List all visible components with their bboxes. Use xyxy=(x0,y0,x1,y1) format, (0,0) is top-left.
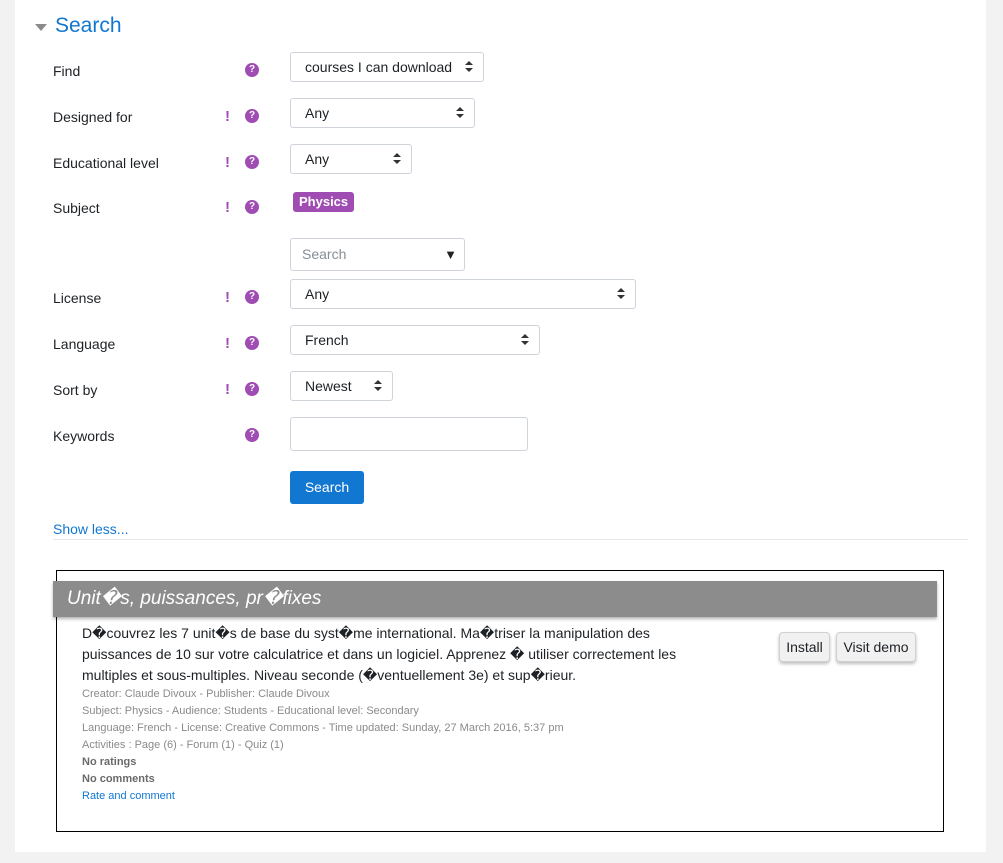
sort-by-row: Sort by ! ? Newest xyxy=(53,371,973,415)
find-row: Find ? courses I can download xyxy=(53,52,973,96)
designed-for-select[interactable]: Any xyxy=(290,98,475,128)
ratings-text: No ratings xyxy=(82,756,137,768)
edu-level-select[interactable]: Any xyxy=(290,144,412,174)
comments-text: No comments xyxy=(82,773,155,785)
select-arrows-icon xyxy=(393,153,401,165)
language-label: Language xyxy=(53,336,116,352)
language-row: Language ! ? French xyxy=(53,325,973,369)
sort-by-help-icon[interactable]: ? xyxy=(245,382,259,396)
required-icon: ! xyxy=(225,108,230,125)
sort-by-select-value: Newest xyxy=(305,378,352,394)
language-select[interactable]: French xyxy=(290,325,540,355)
course-description: D�couvrez les 7 unit�s de base du syst�m… xyxy=(82,625,677,683)
keywords-row: Keywords ? xyxy=(53,417,973,461)
subject-line: Subject: Physics - Audience: Students - … xyxy=(82,705,419,717)
designed-for-select-value: Any xyxy=(305,105,330,121)
language-select-value: French xyxy=(305,332,349,348)
find-select-value: courses I can download xyxy=(305,59,453,75)
visit-demo-button[interactable]: Visit demo xyxy=(836,632,916,662)
find-select[interactable]: courses I can download xyxy=(290,52,484,82)
subject-row: Subject ! ? Physics xyxy=(53,192,973,233)
edu-level-label: Educational level xyxy=(53,155,159,171)
select-arrows-icon xyxy=(374,380,382,392)
select-arrows-icon xyxy=(465,61,473,73)
select-arrows-icon xyxy=(617,288,625,300)
designed-for-label: Designed for xyxy=(53,109,133,125)
subject-search-input[interactable]: Search ▼ xyxy=(290,238,465,271)
designed-for-row: Designed for ! ? Any xyxy=(53,98,973,142)
keywords-help-icon[interactable]: ? xyxy=(245,428,259,442)
divider xyxy=(53,539,968,540)
show-less-link[interactable]: Show less... xyxy=(53,521,128,537)
select-arrows-icon xyxy=(521,334,529,346)
course-result-card: Unit�s, puissances, pr�fixes D�couvrez l… xyxy=(53,570,944,832)
search-button[interactable]: Search xyxy=(290,471,364,504)
course-title[interactable]: Unit�s, puissances, pr�fixes xyxy=(53,581,937,617)
designed-for-help-icon[interactable]: ? xyxy=(245,109,259,123)
required-icon: ! xyxy=(225,199,230,216)
search-panel: Search Find ? courses I can download Des… xyxy=(15,0,986,852)
subject-help-icon[interactable]: ? xyxy=(245,200,259,214)
edu-level-select-value: Any xyxy=(305,151,330,167)
subject-search-placeholder: Search xyxy=(302,246,347,262)
license-label: License xyxy=(53,290,102,306)
find-help-icon[interactable]: ? xyxy=(245,63,259,77)
subject-label: Subject xyxy=(53,200,100,216)
required-icon: ! xyxy=(225,335,230,352)
license-row: License ! ? Any xyxy=(53,279,973,323)
edu-level-help-icon[interactable]: ? xyxy=(245,155,259,169)
install-button[interactable]: Install xyxy=(779,632,830,662)
edu-level-row: Educational level ! ? Any xyxy=(53,144,973,188)
license-select[interactable]: Any xyxy=(290,279,636,309)
keywords-label: Keywords xyxy=(53,428,115,444)
dropdown-triangle-icon[interactable]: ▼ xyxy=(444,239,457,270)
sort-by-label: Sort by xyxy=(53,382,98,398)
find-label: Find xyxy=(53,63,81,79)
select-arrows-icon xyxy=(456,107,464,119)
subject-tag-physics[interactable]: Physics xyxy=(293,192,355,212)
required-icon: ! xyxy=(225,154,230,171)
search-section-toggle[interactable]: Search xyxy=(35,14,122,38)
required-icon: ! xyxy=(225,381,230,398)
required-icon: ! xyxy=(225,289,230,306)
license-select-value: Any xyxy=(305,286,330,302)
rate-and-comment-link[interactable]: Rate and comment xyxy=(82,789,175,803)
sort-by-select[interactable]: Newest xyxy=(290,371,393,401)
section-title: Search xyxy=(55,14,122,37)
collapse-caret-icon[interactable] xyxy=(35,23,47,31)
creator-line: Creator: Claude Divoux - Publisher: Clau… xyxy=(82,688,330,700)
language-line: Language: French - License: Creative Com… xyxy=(82,722,564,734)
license-help-icon[interactable]: ? xyxy=(245,290,259,304)
keywords-input[interactable] xyxy=(290,417,528,451)
language-help-icon[interactable]: ? xyxy=(245,336,259,350)
activities-line: Activities : Page (6) - Forum (1) - Quiz… xyxy=(82,739,284,751)
